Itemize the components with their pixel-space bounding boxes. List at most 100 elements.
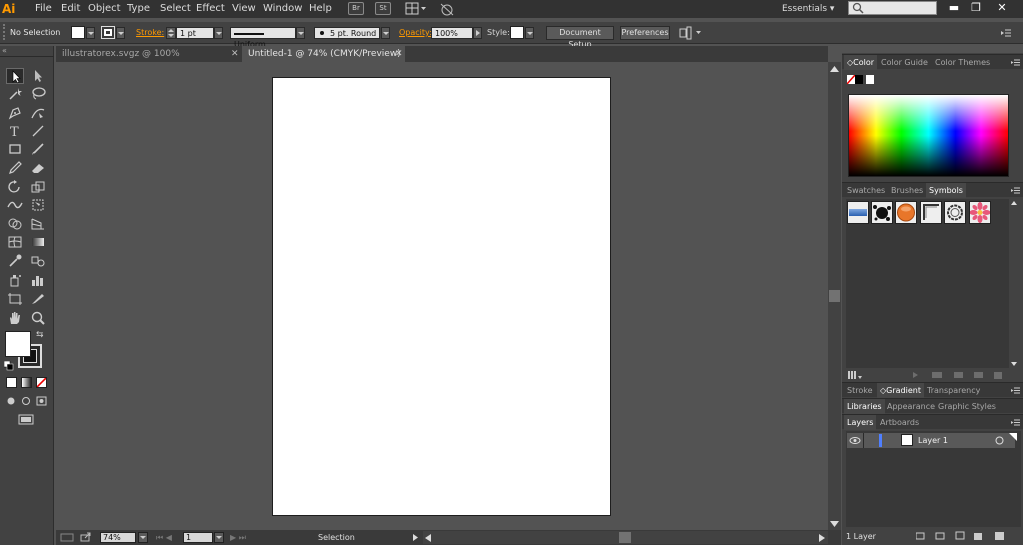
brush-dropdown[interactable] [381, 27, 390, 39]
draw-normal-icon[interactable] [6, 396, 18, 406]
bridge-button[interactable]: Br [348, 2, 364, 15]
mesh-tool-icon[interactable] [6, 234, 24, 250]
default-fill-stroke-icon[interactable] [3, 360, 14, 371]
color-mode-icon[interactable] [6, 377, 17, 388]
fill-swatch[interactable] [71, 26, 85, 39]
scroll-right-icon[interactable] [819, 534, 825, 542]
menu-type[interactable]: Type [127, 0, 150, 18]
align-options-icon[interactable] [679, 26, 703, 40]
magic-wand-tool-icon[interactable] [6, 86, 24, 102]
lasso-tool-icon[interactable] [29, 86, 47, 102]
free-transform-tool-icon[interactable] [29, 197, 47, 213]
tab-transparency[interactable]: Transparency [924, 383, 983, 398]
column-graph-tool-icon[interactable] [29, 272, 47, 288]
scroll-left-icon[interactable] [425, 534, 431, 542]
status-menu-arrow-icon[interactable] [412, 533, 420, 542]
swap-fill-stroke-icon[interactable]: ⇆ [36, 330, 46, 340]
menu-file[interactable]: File [35, 0, 52, 18]
brush-definition[interactable]: 5 pt. Round [314, 27, 380, 39]
menu-help[interactable]: Help [309, 0, 332, 18]
workspace-switcher[interactable]: Essentials ▾ [782, 0, 834, 18]
zoom-dropdown[interactable] [138, 532, 148, 543]
stock-button[interactable]: St [375, 2, 391, 15]
panel-menu-icon[interactable] [1011, 58, 1020, 67]
opacity-label[interactable]: Opacity: [399, 27, 432, 39]
tab-swatches[interactable]: Swatches [844, 183, 888, 198]
gradient-tool-icon[interactable] [29, 234, 47, 250]
visibility-eye-icon[interactable] [849, 435, 861, 446]
stroke-weight-field[interactable]: 1 pt [176, 27, 214, 39]
opacity-field[interactable]: 100% [431, 27, 473, 39]
hand-tool-icon[interactable] [6, 310, 24, 326]
artboard-number-field[interactable]: 1 [183, 532, 213, 543]
tab-artboards[interactable]: Artboards [877, 415, 922, 430]
tab-gradient[interactable]: ◇Gradient [877, 383, 924, 398]
tab-color-guide[interactable]: Color Guide [878, 55, 931, 70]
target-circle-icon[interactable] [995, 436, 1004, 445]
arrange-documents-icon[interactable] [405, 2, 427, 16]
stroke-weight-dropdown[interactable] [214, 27, 223, 39]
style-dropdown[interactable] [525, 27, 534, 39]
stroke-swatch[interactable] [101, 26, 115, 39]
rotate-tool-icon[interactable] [6, 179, 24, 195]
layer-row[interactable]: Layer 1 [847, 433, 1015, 448]
scroll-up-icon[interactable] [830, 65, 839, 72]
first-artboard-icon[interactable]: ⏮ ◀ [156, 533, 178, 542]
screen-mode-icon[interactable] [17, 414, 35, 426]
collapse-arrows-icon[interactable]: « [2, 47, 12, 55]
search-input[interactable] [848, 1, 937, 15]
pen-tool-icon[interactable] [6, 105, 24, 121]
gradient-mode-icon[interactable] [21, 377, 32, 388]
eyedropper-tool-icon[interactable] [6, 253, 24, 269]
gripper[interactable] [3, 24, 5, 40]
tab-brushes[interactable]: Brushes [888, 183, 926, 198]
gpu-performance-icon[interactable] [437, 2, 457, 16]
menu-edit[interactable]: Edit [61, 0, 80, 18]
eraser-tool-icon[interactable] [29, 160, 47, 176]
zoom-level-field[interactable]: 74% [100, 532, 136, 543]
type-tool-icon[interactable]: T [6, 123, 24, 140]
opacity-slider-arrow[interactable] [473, 27, 482, 39]
close-icon[interactable]: ✕ [992, 0, 1012, 18]
symbol-blue-banner[interactable] [847, 201, 869, 224]
panel-menu-icon[interactable] [1011, 418, 1020, 427]
symbol-frame-corner[interactable] [920, 201, 942, 224]
vertical-scrollbar[interactable] [828, 62, 841, 530]
tab-color[interactable]: ◇Color [844, 55, 878, 70]
tab-symbols[interactable]: Symbols [926, 183, 966, 198]
symbol-orange-button[interactable] [895, 201, 917, 224]
stroke-label[interactable]: Stroke: [136, 27, 164, 39]
tab-close-icon[interactable]: ✕ [231, 46, 239, 62]
stroke-stepper[interactable] [166, 27, 176, 39]
draw-behind-icon[interactable] [21, 396, 33, 406]
symbols-scrollbar[interactable] [1009, 199, 1019, 368]
black-swatch[interactable] [855, 75, 863, 84]
horizontal-scrollbar[interactable] [423, 531, 828, 544]
selection-tool-icon[interactable] [6, 68, 24, 84]
style-swatch[interactable] [510, 26, 524, 39]
rectangle-tool-icon[interactable] [6, 141, 24, 157]
symbol-ornament-ring[interactable] [944, 201, 966, 224]
minimize-icon[interactable]: ▬ [944, 0, 964, 18]
scroll-down-icon[interactable] [830, 520, 839, 527]
panel-menu-icon[interactable] [1011, 386, 1020, 395]
preferences-button[interactable]: Preferences [620, 26, 670, 40]
canvas[interactable] [56, 62, 828, 530]
zoom-tool-icon[interactable] [29, 310, 47, 326]
tab-graphic-styles[interactable]: Graphic Styles [935, 399, 999, 414]
tab-untitled-1[interactable]: Untitled-1 @ 74% (CMYK/Preview) [242, 46, 405, 62]
restore-icon[interactable]: ❐ [966, 0, 986, 18]
layer-name[interactable]: Layer 1 [918, 433, 948, 448]
variable-width-profile[interactable]: Uniform [230, 27, 296, 49]
menu-effect[interactable]: Effect [196, 0, 225, 18]
tab-stroke[interactable]: Stroke [844, 383, 876, 398]
direct-selection-tool-icon[interactable] [29, 68, 47, 84]
menu-select[interactable]: Select [160, 0, 191, 18]
line-segment-tool-icon[interactable] [29, 123, 47, 139]
panel-menu-icon[interactable] [1011, 186, 1020, 195]
artboard-tool-icon[interactable] [6, 291, 24, 307]
scroll-thumb[interactable] [829, 290, 840, 302]
cc-sync-icon[interactable] [60, 533, 74, 542]
fill-color-box[interactable] [5, 331, 31, 357]
tab-illustratorex[interactable]: illustratorex.svgz @ 100% (RGB/Preview) [56, 46, 242, 75]
